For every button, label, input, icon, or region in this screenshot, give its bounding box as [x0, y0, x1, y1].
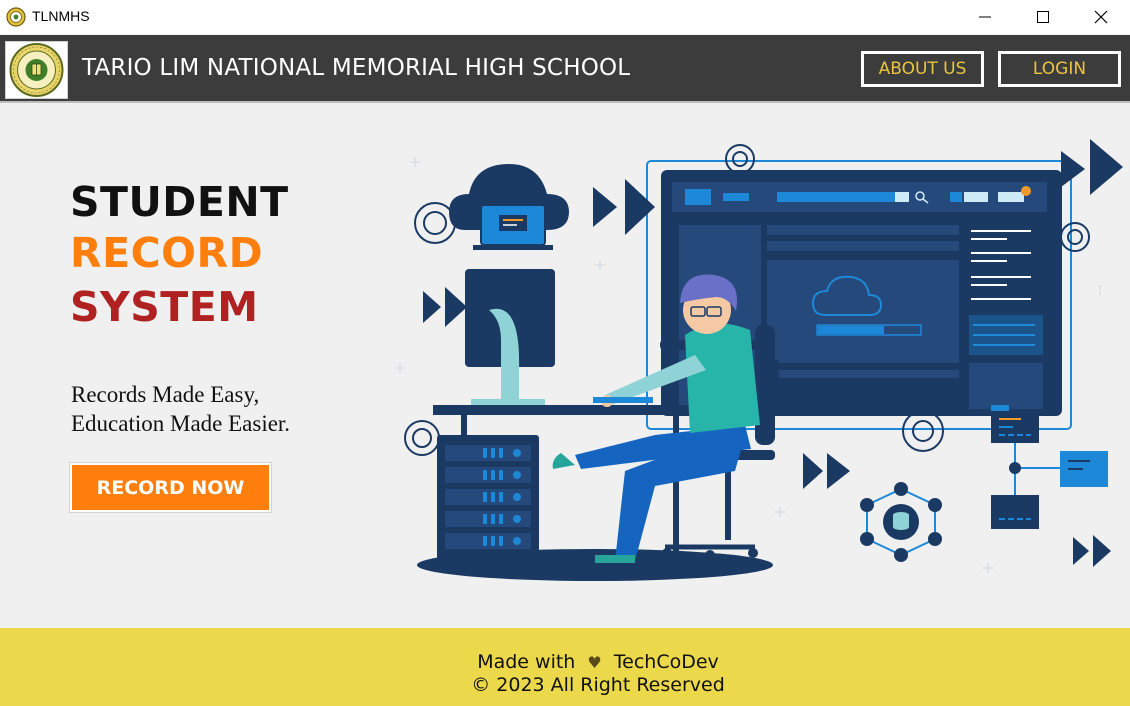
app-footer: Made with ♥ TechCoDev © 2023 All Right R… — [0, 628, 1130, 706]
maximize-button[interactable] — [1014, 0, 1072, 34]
maximize-icon — [1037, 11, 1049, 23]
hero-tagline: Records Made Easy, Education Made Easier… — [71, 380, 290, 438]
window-title: TLNMHS — [32, 8, 90, 24]
login-button[interactable]: LOGIN — [997, 50, 1122, 88]
hero-illustration — [395, 135, 1130, 585]
minimize-button[interactable] — [956, 0, 1014, 34]
footer-copyright: © 2023 All Right Reserved — [471, 674, 725, 696]
school-logo — [5, 41, 68, 99]
about-us-button[interactable]: ABOUT US — [860, 50, 985, 88]
hero-title-student: STUDENT — [70, 178, 289, 226]
hero-title-system: SYSTEM — [70, 283, 259, 331]
made-with-text: Made with — [477, 651, 576, 673]
minimize-icon — [979, 16, 991, 18]
tagline-line1: Records Made Easy, — [71, 382, 260, 407]
server-rack — [437, 435, 539, 563]
app-header: TARIO LIM NATIONAL MEMORIAL HIGH SCHOOL … — [0, 35, 1130, 103]
tagline-line2: Education Made Easier. — [71, 411, 291, 436]
close-button[interactable] — [1072, 0, 1130, 34]
hero-title-record: RECORD — [70, 229, 264, 277]
heart-icon: ♥ — [587, 653, 602, 672]
school-name: TARIO LIM NATIONAL MEMORIAL HIGH SCHOOL — [82, 55, 631, 81]
record-now-label: RECORD NOW — [96, 476, 245, 499]
record-now-button[interactable]: RECORD NOW — [70, 463, 271, 512]
footer-credit: Made with ♥ TechCoDev — [0, 651, 1130, 673]
close-icon — [1094, 10, 1108, 24]
app-icon — [6, 7, 26, 27]
window-titlebar: TLNMHS — [0, 0, 1130, 34]
cloud-laptop-graphic — [449, 164, 569, 250]
brand-text: TechCoDev — [613, 651, 719, 673]
